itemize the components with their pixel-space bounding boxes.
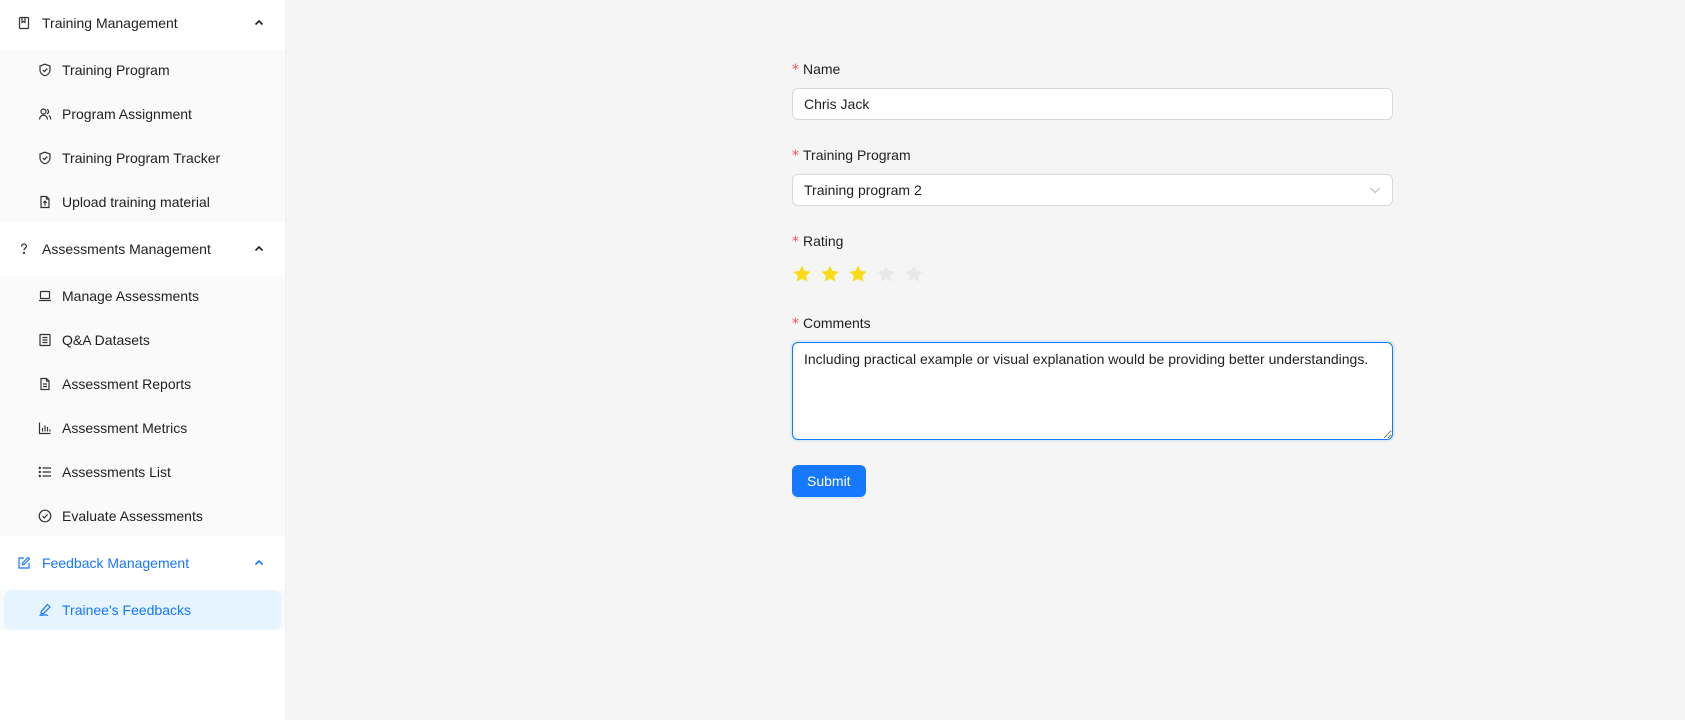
name-label-text: Name (803, 61, 841, 77)
rating-label-text: Rating (803, 233, 844, 249)
check-circle-icon (37, 508, 53, 524)
menu-group-label: Training Management (42, 15, 178, 31)
name-field: * Name (792, 58, 1393, 120)
rating-field: * Rating (792, 230, 1393, 288)
sidebar-item-program-assignment[interactable]: Program Assignment (4, 94, 281, 134)
submenu-feedback-management: Trainee's Feedbacks (0, 590, 285, 630)
file-upload-icon (37, 194, 53, 210)
comments-field: * Comments Including practical example or… (792, 312, 1393, 443)
sidebar-item-label: Q&A Datasets (62, 332, 150, 348)
edit-icon (16, 555, 32, 571)
menu-group-training-management[interactable]: Training Management (0, 0, 285, 46)
laptop-icon (37, 288, 53, 304)
feedback-form: *Name *Training Program Training program… (792, 58, 1393, 497)
sidebar-item-label: Evaluate Assessments (62, 508, 203, 524)
sidebar-item-trainees-feedbacks[interactable]: Trainee's Feedbacks (4, 590, 281, 630)
sidebar-item-evaluate-assessments[interactable]: Evaluate Assessments (4, 496, 281, 536)
menu-group-label: Assessments Management (42, 241, 211, 257)
shield-check-icon (37, 62, 53, 78)
comments-textarea[interactable]: Including practical example or visual ex… (792, 342, 1393, 440)
chevron-up-icon[interactable] (253, 243, 265, 255)
menu-group-assessments-management[interactable]: Assessments Management (0, 226, 285, 272)
required-mark: * (792, 148, 799, 164)
rating-stars (792, 260, 1393, 288)
rating-label: * Rating (792, 230, 1393, 252)
training-program-label-text: Training Program (803, 147, 911, 163)
submenu-assessments-management: Manage Assessments Q&A Datasets Assessme… (0, 276, 285, 536)
sidebar-item-manage-assessments[interactable]: Manage Assessments (4, 276, 281, 316)
users-icon (37, 106, 53, 122)
submenu-training-management: Training Program Program Assignment Trai… (0, 50, 285, 222)
training-program-field: * Training Program Training program 2 (792, 144, 1393, 206)
comments-label-text: Comments (803, 315, 871, 331)
required-mark: * (792, 234, 799, 250)
required-mark: * (792, 316, 799, 332)
sidebar-item-label: Program Assignment (62, 106, 192, 122)
sidebar-item-upload-training-material[interactable]: Upload training material (4, 182, 281, 222)
rating-star-icon[interactable] (904, 264, 924, 284)
book-icon (16, 15, 32, 31)
sidebar-item-label: Training Program Tracker (62, 150, 221, 166)
sidebar-item-qa-datasets[interactable]: Q&A Datasets (4, 320, 281, 360)
sidebar-item-training-program[interactable]: Training Program (4, 50, 281, 90)
rating-star-icon[interactable] (848, 264, 868, 284)
sidebar-item-label: Upload training material (62, 194, 210, 210)
rating-star-icon[interactable] (792, 264, 812, 284)
sidebar-item-label: Assessment Metrics (62, 420, 188, 436)
training-program-selected-value: Training program 2 (804, 182, 922, 198)
sidebar-item-assessments-list[interactable]: Assessments List (4, 452, 281, 492)
name-label: * Name (792, 58, 1393, 80)
sidebar-item-assessment-metrics[interactable]: Assessment Metrics (4, 408, 281, 448)
training-program-select[interactable]: Training program 2 (792, 174, 1393, 206)
sidebar: Training Management Training Program Pro… (0, 0, 286, 720)
name-input[interactable] (792, 88, 1393, 120)
rating-star-icon[interactable] (876, 264, 896, 284)
question-icon (16, 241, 32, 257)
list-box-icon (37, 332, 53, 348)
sidebar-item-label: Assessment Reports (62, 376, 192, 392)
sidebar-item-label: Training Program (62, 62, 170, 78)
chevron-down-icon (1369, 184, 1381, 196)
rating-star-icon[interactable] (820, 264, 840, 284)
menu-group-feedback-management[interactable]: Feedback Management (0, 540, 285, 586)
list-icon (37, 464, 53, 480)
chevron-up-icon[interactable] (253, 557, 265, 569)
sidebar-item-training-program-tracker[interactable]: Training Program Tracker (4, 138, 281, 178)
sidebar-item-label: Manage Assessments (62, 288, 199, 304)
file-text-icon (37, 376, 53, 392)
submit-button[interactable]: Submit (792, 465, 866, 497)
signature-icon (37, 602, 53, 618)
comments-label: * Comments (792, 312, 1393, 334)
sidebar-item-assessment-reports[interactable]: Assessment Reports (4, 364, 281, 404)
sidebar-item-label: Assessments List (62, 464, 171, 480)
menu-group-label: Feedback Management (42, 555, 190, 571)
main-content: *Name *Training Program Training program… (286, 0, 1685, 720)
chevron-up-icon[interactable] (253, 17, 265, 29)
training-program-label: * Training Program (792, 144, 1393, 166)
shield-check-icon (37, 150, 53, 166)
sidebar-item-label: Trainee's Feedbacks (62, 602, 191, 618)
required-mark: * (792, 62, 799, 78)
bar-chart-icon (37, 420, 53, 436)
